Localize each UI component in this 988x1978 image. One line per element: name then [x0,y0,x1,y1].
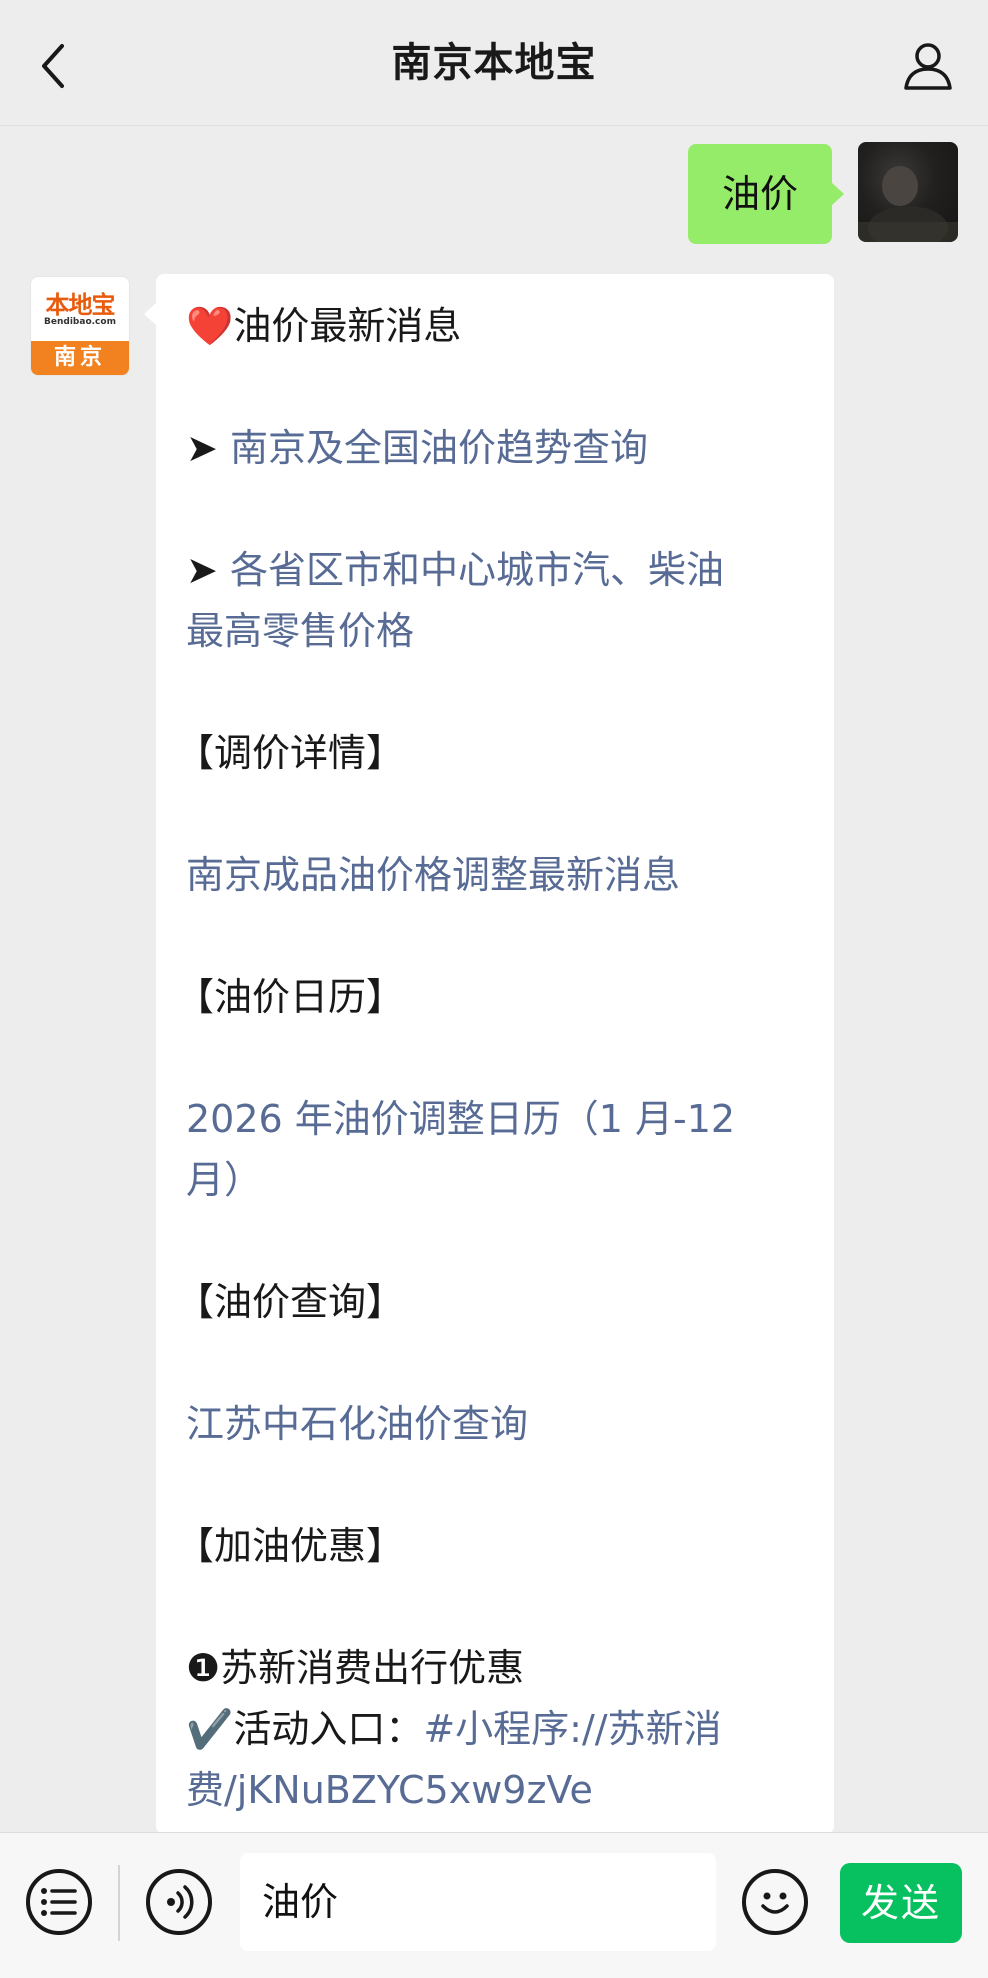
person-icon [904,43,952,90]
toolbar-divider [118,1865,120,1941]
sent-message-bubble[interactable]: 油价 [688,144,844,244]
section-discount-heading: 【加油优惠】 [176,1524,405,1568]
list-menu-icon [41,1888,77,1916]
checkmark-icon: ✔️ [186,1707,234,1751]
chat-title: 南京本地宝 [391,40,597,86]
link-retail-price-cont[interactable]: 最高零售价格 [186,601,806,662]
section-adjust-heading: 【调价详情】 [176,731,405,775]
link-mini-program[interactable]: #小程序://苏新消 [423,1707,721,1751]
entry-line: ✔️活动入口：#小程序://苏新消 [186,1699,806,1760]
reply-heading: 油价最新消息 [233,304,462,348]
section-calendar-heading: 【油价日历】 [176,975,405,1019]
emoji-icon [761,1892,789,1914]
input-toolbar: 油价 发送 [0,1832,988,1978]
link-oil-trend[interactable]: 南京及全国油价趋势查询 [230,426,648,470]
link-retail-price[interactable]: 各省区市和中心城市汽、柴油 [230,548,724,592]
link-sinopec-query[interactable]: 江苏中石化油价查询 [186,1394,806,1455]
menu-button[interactable] [26,1869,92,1935]
number-one-icon: ❶ [186,1646,221,1690]
send-button[interactable]: 发送 [840,1863,962,1943]
discount-item-line: ❶苏新消费出行优惠 [186,1638,806,1699]
arrow-icon: ➤ [186,426,218,470]
link-adjust-news[interactable]: 南京成品油价格调整最新消息 [186,845,806,906]
link-calendar-cont[interactable]: 月） [186,1150,806,1211]
entry-label: 活动入口： [233,1707,424,1751]
link-calendar[interactable]: 2026 年油价调整日历（1 月-12 [186,1089,806,1150]
official-account-avatar[interactable]: 本地宝 Bendibao.com 南京 [30,276,130,376]
retail-line: ➤ 各省区市和中心城市汽、柴油 [186,540,806,601]
avatar-photo [858,166,958,242]
voice-icon [167,1885,194,1919]
reply-heading-line: ❤️油价最新消息 [186,296,806,357]
received-message-bubble: ❤️油价最新消息 ➤ 南京及全国油价趋势查询 ➤ 各省区市和中心城市汽、柴油 最… [144,274,834,1834]
discount-item-title: 苏新消费出行优惠 [220,1646,525,1690]
navigation-bar: 南京本地宝 [0,0,988,126]
voice-button[interactable] [146,1869,212,1935]
link-mini-program-cont[interactable]: 费/jKNuBZYC5xw9zVe [186,1760,806,1821]
emoji-button[interactable] [742,1869,808,1935]
arrow-icon: ➤ [186,548,218,592]
reply-content: ❤️油价最新消息 ➤ 南京及全国油价趋势查询 ➤ 各省区市和中心城市汽、柴油 最… [176,296,806,1821]
logo-brand-text: 本地宝 [45,291,116,319]
profile-button[interactable] [896,34,960,98]
section-query-heading: 【油价查询】 [176,1280,405,1324]
message-input[interactable]: 油价 [240,1853,716,1951]
logo-city-label: 南京 [31,341,129,375]
logo-domain-text: Bendibao.com [44,317,116,327]
trend-line: ➤ 南京及全国油价趋势查询 [186,418,806,479]
user-avatar[interactable] [858,142,958,242]
heart-icon: ❤️ [186,304,234,348]
